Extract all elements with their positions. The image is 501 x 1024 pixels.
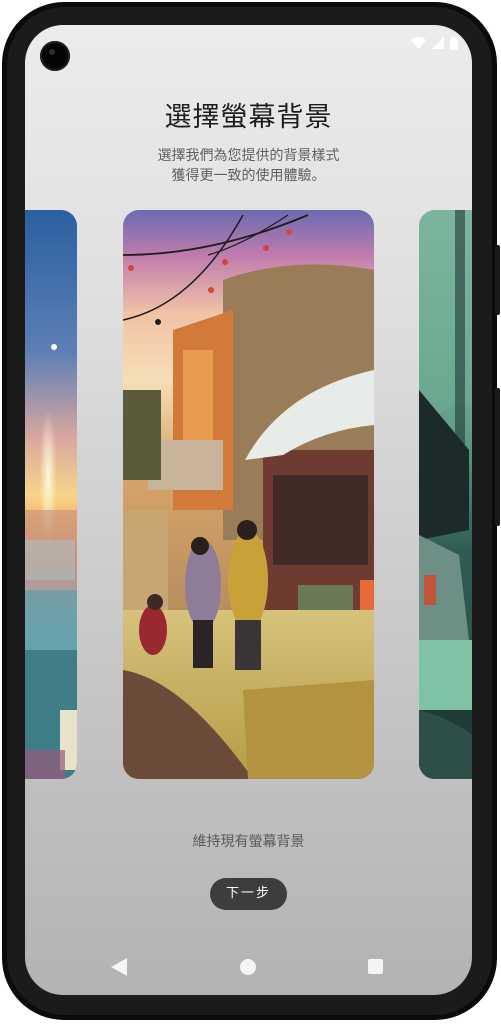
page-subtitle: 選擇我們為您提供的背景樣式 獲得更一致的使用體驗。 bbox=[157, 148, 340, 184]
wallpaper-card-sunset[interactable] bbox=[25, 210, 77, 779]
power-button bbox=[495, 388, 500, 526]
signal-icon bbox=[432, 37, 444, 49]
recents-icon[interactable] bbox=[368, 959, 383, 974]
status-bar bbox=[411, 36, 458, 50]
front-camera bbox=[40, 41, 70, 71]
volume-button bbox=[495, 245, 500, 315]
wallpaper-card-alley[interactable] bbox=[123, 210, 374, 779]
battery-icon bbox=[450, 36, 458, 50]
home-icon[interactable] bbox=[240, 959, 256, 975]
keep-current-wallpaper-link[interactable]: 維持現有螢幕背景 bbox=[25, 831, 472, 851]
screen: 選擇螢幕背景 選擇我們為您提供的背景樣式 獲得更一致的使用體驗。 維持現有螢幕背… bbox=[25, 25, 472, 995]
back-icon[interactable] bbox=[111, 958, 127, 976]
page-title: 選擇螢幕背景 bbox=[164, 102, 333, 133]
next-button[interactable]: 下一步 bbox=[210, 878, 287, 910]
navigation-bar bbox=[25, 950, 472, 984]
wifi-icon bbox=[411, 37, 426, 49]
wallpaper-card-forest[interactable] bbox=[419, 210, 472, 779]
